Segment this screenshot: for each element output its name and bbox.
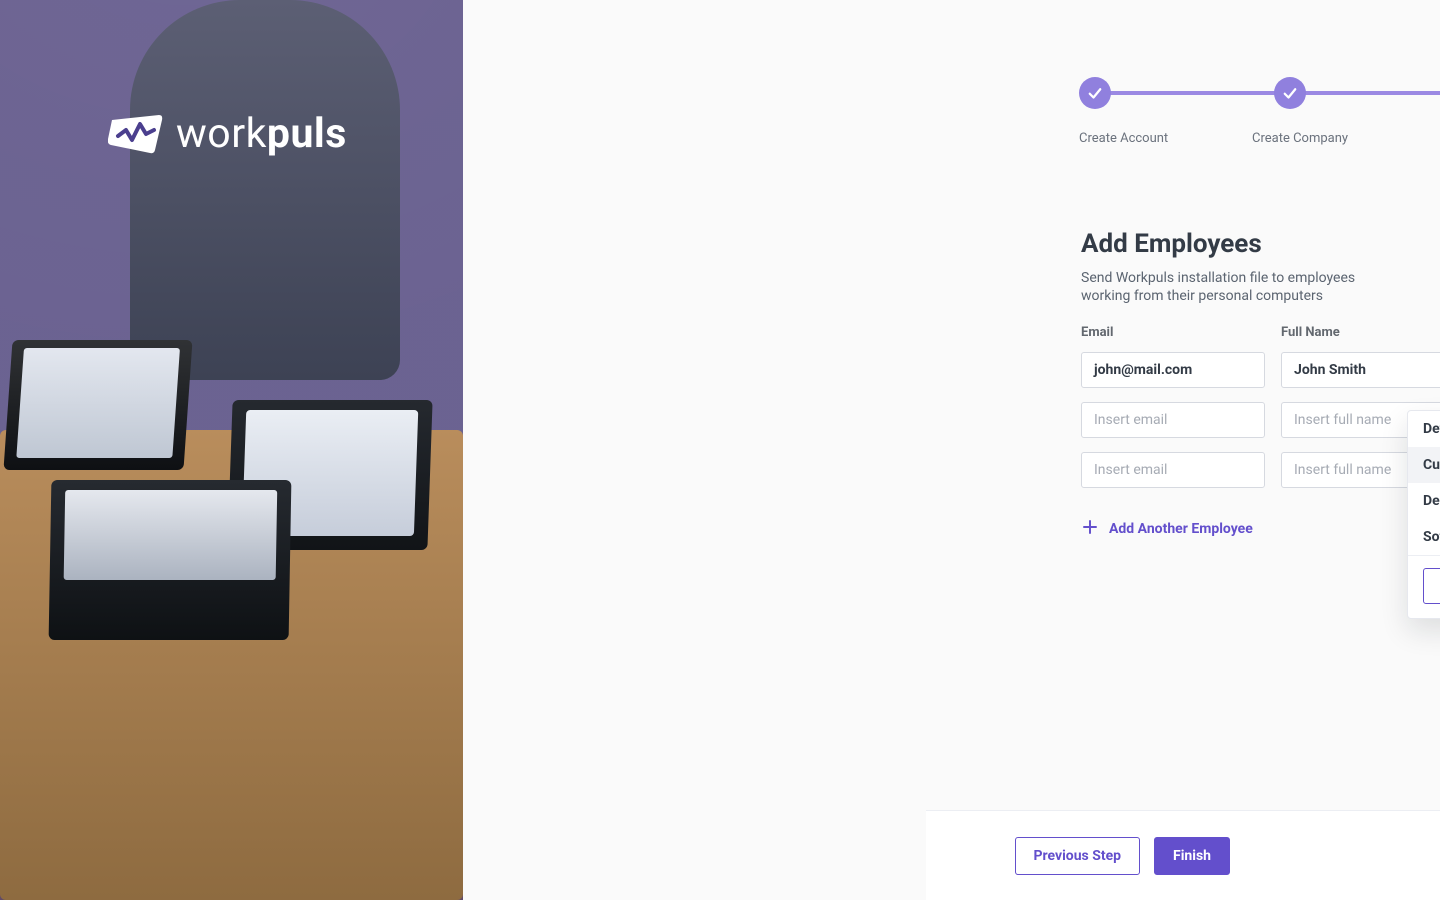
email-input[interactable]: john@mail.com bbox=[1081, 352, 1265, 388]
employee-row: Insert email Insert full name Select tea… bbox=[1081, 402, 1440, 438]
step-label: Create Company bbox=[1252, 131, 1348, 146]
finish-label: Finish bbox=[1173, 848, 1211, 864]
previous-step-label: Previous Step bbox=[1034, 848, 1122, 864]
add-another-employee-button[interactable]: Add Another Employee bbox=[1081, 518, 1440, 540]
check-icon bbox=[1274, 77, 1306, 109]
full-name-input[interactable]: John Smith bbox=[1281, 352, 1440, 388]
email-input[interactable]: Insert email bbox=[1081, 402, 1265, 438]
team-dropdown-footer: Create new team bbox=[1408, 555, 1440, 618]
team-option[interactable]: Customer Support bbox=[1408, 447, 1440, 483]
header-full-name: Full Name bbox=[1281, 325, 1440, 340]
create-new-team-button[interactable]: Create new team bbox=[1423, 568, 1440, 604]
team-option[interactable]: Software Development bbox=[1408, 519, 1440, 555]
step-create-company: Create Company bbox=[1274, 77, 1348, 146]
team-dropdown: Default team Customer Support Design Sof… bbox=[1407, 410, 1440, 619]
employees-form: Email Full Name Team john@mail.com John … bbox=[1081, 325, 1440, 540]
check-icon bbox=[1079, 77, 1111, 109]
finish-button[interactable]: Finish bbox=[1154, 837, 1230, 875]
team-option[interactable]: Default team bbox=[1408, 411, 1440, 447]
page-header: Add Employees Send Workpuls installation… bbox=[1081, 229, 1440, 305]
column-headers: Email Full Name Team bbox=[1081, 325, 1440, 340]
step-label: Create Account bbox=[1079, 131, 1168, 146]
employee-row: Insert email Insert full name Select tea… bbox=[1081, 452, 1440, 488]
team-option[interactable]: Design bbox=[1408, 483, 1440, 519]
page-subtitle: Send Workpuls installation file to emplo… bbox=[1081, 269, 1361, 305]
main-content: Create Account Create Company Settings 4… bbox=[463, 0, 1440, 900]
page-title: Add Employees bbox=[1081, 229, 1361, 259]
wizard-footer: Previous Step Finish bbox=[926, 810, 1440, 900]
email-input[interactable]: Insert email bbox=[1081, 452, 1265, 488]
step-create-account: Create Account bbox=[1079, 77, 1168, 146]
brand-name: workpuls bbox=[176, 110, 347, 158]
add-another-label: Add Another Employee bbox=[1109, 521, 1253, 537]
logo-mark-icon bbox=[108, 112, 163, 156]
brand-logo: workpuls bbox=[108, 110, 347, 158]
left-marketing-panel: workpuls bbox=[0, 0, 463, 900]
employee-row: john@mail.com John Smith Software Develo… bbox=[1081, 352, 1440, 388]
previous-step-button[interactable]: Previous Step bbox=[1015, 837, 1141, 875]
header-email: Email bbox=[1081, 325, 1265, 340]
plus-icon bbox=[1081, 518, 1099, 540]
